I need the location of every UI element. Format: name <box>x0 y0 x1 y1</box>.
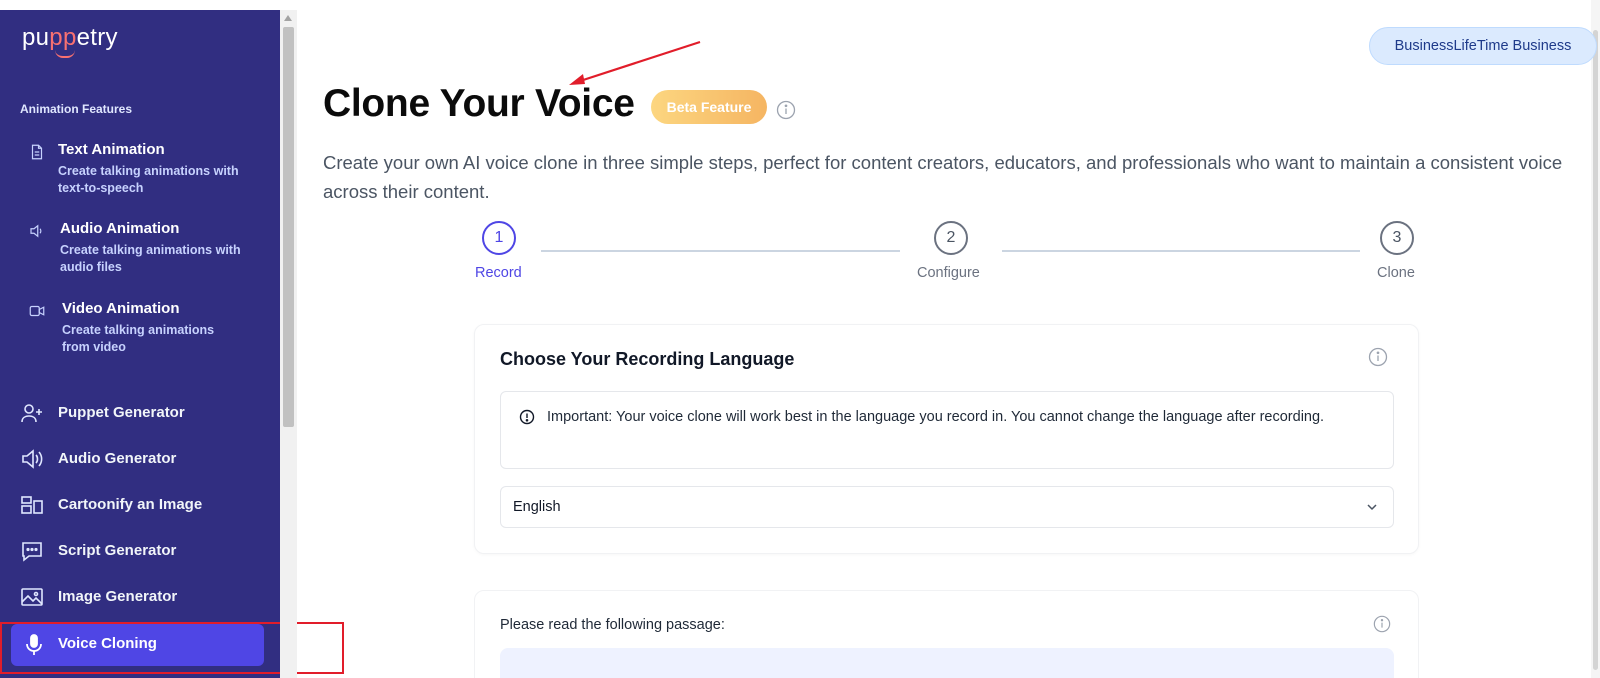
chevron-down-icon[interactable] <box>1365 500 1379 514</box>
sidebar-item-label: Video Animation <box>62 300 180 317</box>
sidebar-item-description: Create talking animations with audio fil… <box>60 243 241 274</box>
sidebar-scrollbar[interactable] <box>280 10 297 678</box>
sidebar-item-label: Cartoonify an Image <box>58 496 203 513</box>
step-1-label: Record <box>475 265 522 281</box>
account-plan-button[interactable]: BusinessLifeTime Business <box>1369 27 1597 65</box>
sidebar: puppetry Animation Features Text Animati… <box>0 10 280 678</box>
passage-label: Please read the following passage: <box>500 617 725 633</box>
sidebar-item-label: Puppet Generator <box>58 404 185 421</box>
step-3-label: Clone <box>1377 265 1415 281</box>
puppetry-logo[interactable]: puppetry <box>22 24 118 52</box>
info-icon[interactable] <box>1368 347 1388 367</box>
important-notice <box>500 391 1394 469</box>
sidebar-item-text-animation[interactable]: Text Animation Create talking animations… <box>28 141 268 201</box>
page-subtitle: Create your own AI voice clone in three … <box>323 152 1563 202</box>
info-icon[interactable] <box>776 100 796 120</box>
sidebar-item-cartoonify-an-image[interactable]: Cartoonify an Image <box>20 485 270 525</box>
sidebar-item-description: Create talking animations with text-to-s… <box>58 164 239 195</box>
user-plus-icon <box>21 404 42 423</box>
page-title: Clone Your Voice <box>323 82 635 125</box>
sidebar-item-label: Script Generator <box>58 542 177 559</box>
sidebar-item-script-generator[interactable]: Script Generator <box>20 531 270 571</box>
language-select[interactable] <box>500 486 1394 528</box>
step-2-circle[interactable]: 2 <box>934 221 968 255</box>
document-icon <box>31 144 43 160</box>
image-icon <box>21 588 43 606</box>
step-1-circle[interactable]: 1 <box>482 221 516 255</box>
sidebar-item-video-animation[interactable]: Video Animation Create talking animation… <box>28 300 268 360</box>
sidebar-item-label: Audio Animation <box>60 220 180 237</box>
speaker-icon <box>30 224 42 238</box>
chat-bubble-icon <box>22 542 42 562</box>
main-scrollbar[interactable] <box>1591 0 1600 678</box>
card-title: Choose Your Recording Language <box>500 349 795 369</box>
sidebar-item-image-generator[interactable]: Image Generator <box>20 577 270 617</box>
scrollbar-thumb[interactable] <box>283 27 294 427</box>
speaker-icon <box>22 449 43 469</box>
step-connector <box>541 250 900 252</box>
sidebar-item-description: Create talking animations from video <box>62 323 215 354</box>
app-root: puppetry Animation Features Text Animati… <box>0 0 1600 678</box>
section-label-animation-features: Animation Features <box>20 102 133 116</box>
notice-text: Important: Your voice clone will work be… <box>547 409 1325 425</box>
sidebar-item-label: Text Animation <box>58 141 165 158</box>
step-connector <box>1002 250 1360 252</box>
logo-smile-icon <box>55 50 75 58</box>
layout-icon <box>21 496 43 514</box>
scroll-up-arrow-icon[interactable] <box>284 15 292 21</box>
info-icon[interactable] <box>1373 615 1391 633</box>
step-2-label: Configure <box>917 265 980 281</box>
video-camera-icon <box>29 305 45 317</box>
passage-text-box <box>500 648 1394 678</box>
sidebar-item-puppet-generator[interactable]: Puppet Generator <box>20 393 270 433</box>
sidebar-item-audio-animation[interactable]: Audio Animation Create talking animation… <box>28 220 268 280</box>
sidebar-item-audio-generator[interactable]: Audio Generator <box>20 439 270 479</box>
beta-feature-badge: Beta Feature <box>651 90 767 124</box>
annotation-arrow <box>569 40 701 85</box>
step-3-circle[interactable]: 3 <box>1380 221 1414 255</box>
main-scrollbar-thumb[interactable] <box>1593 30 1598 670</box>
sidebar-item-label: Audio Generator <box>58 450 177 467</box>
alert-circle-icon <box>519 409 535 425</box>
sidebar-item-label: Image Generator <box>58 588 178 605</box>
language-select-value[interactable]: English <box>513 499 561 515</box>
